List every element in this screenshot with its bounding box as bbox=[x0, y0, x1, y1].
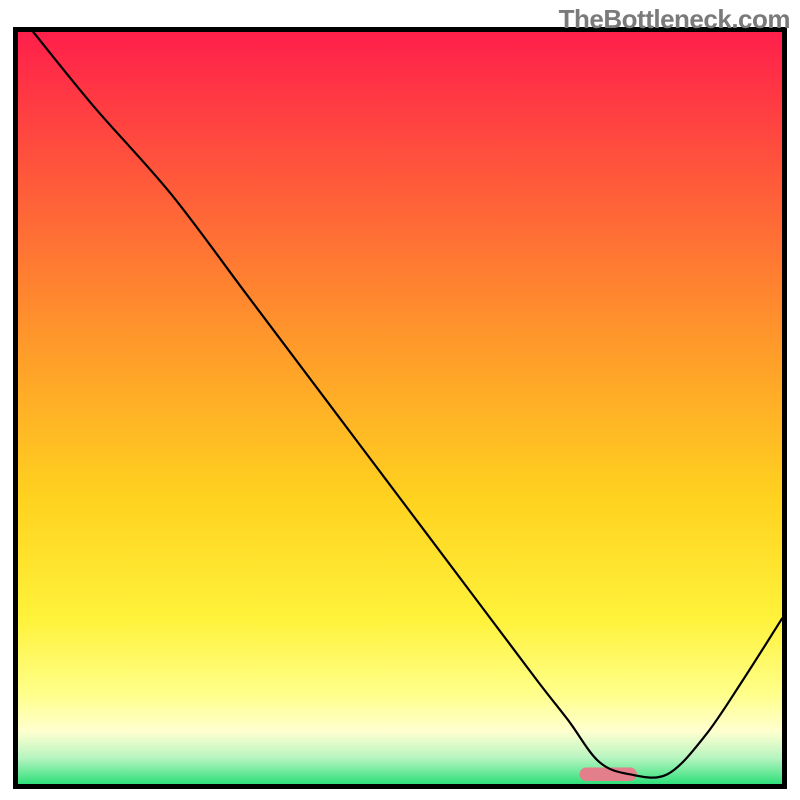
chart-container: TheBottleneck.com bbox=[0, 0, 800, 800]
watermark-text: TheBottleneck.com bbox=[559, 4, 790, 35]
chart-svg bbox=[0, 0, 800, 800]
plot-background bbox=[18, 32, 782, 784]
